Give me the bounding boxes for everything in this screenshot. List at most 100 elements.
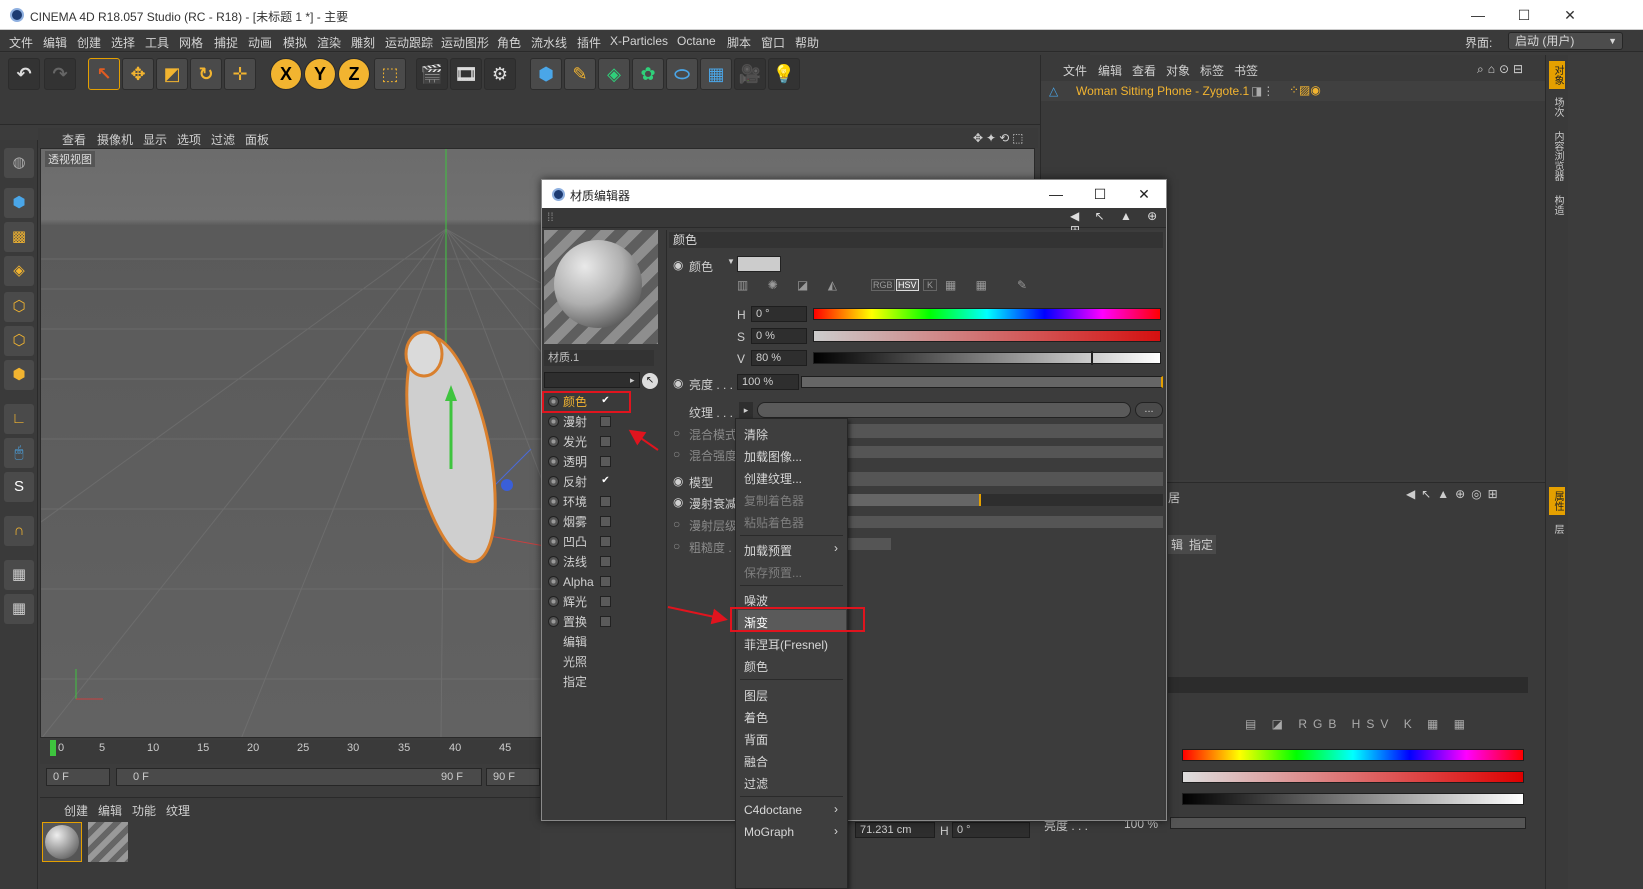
material-name-input[interactable] bbox=[544, 372, 640, 388]
chevron-right-icon[interactable]: ▸ bbox=[630, 373, 638, 387]
snap-magnet-icon[interactable]: ∩ bbox=[4, 516, 34, 546]
objmgr-menu-tags[interactable]: 标签 bbox=[1200, 62, 1224, 79]
dialog-maximize-button[interactable]: ☐ bbox=[1078, 180, 1122, 208]
deformer-icon[interactable]: ⬭ bbox=[666, 58, 698, 90]
menu-motion-tracking[interactable]: 运动跟踪 bbox=[385, 34, 433, 51]
objmgr-menu-view[interactable]: 查看 bbox=[1132, 62, 1156, 79]
viewport-menu-display[interactable]: 显示 bbox=[143, 131, 167, 148]
rotate-tool-icon[interactable]: ↻ bbox=[190, 58, 222, 90]
dialog-close-button[interactable]: ✕ bbox=[1122, 180, 1166, 208]
object-name[interactable]: Woman Sitting Phone - Zygote.1 bbox=[1076, 84, 1249, 98]
timeline-ruler[interactable]: 0 5 10 15 20 25 30 35 40 45 bbox=[40, 740, 540, 764]
redo-icon[interactable]: ↷ bbox=[44, 58, 76, 90]
visibility-icon[interactable]: ◨⋮ bbox=[1251, 84, 1274, 98]
hue-slider[interactable] bbox=[813, 308, 1161, 320]
attr-tab-assign[interactable]: 指定 bbox=[1186, 535, 1217, 554]
menu-item-fresnel[interactable]: 菲涅耳(Fresnel) bbox=[744, 636, 828, 653]
h-field[interactable]: 0 ° bbox=[751, 306, 807, 322]
material-thumbnail-2[interactable] bbox=[88, 822, 128, 862]
texture-slot[interactable] bbox=[757, 402, 1131, 418]
viewport-menu-options[interactable]: 选项 bbox=[177, 131, 201, 148]
channel-checkbox[interactable] bbox=[600, 416, 611, 427]
objmgr-menu-edit[interactable]: 编辑 bbox=[1098, 62, 1122, 79]
s-field[interactable]: 0 % bbox=[751, 328, 807, 344]
menu-xparticles[interactable]: X-Particles bbox=[610, 34, 668, 48]
viewport-nav-icons[interactable]: ✥✦⟲⬚ bbox=[973, 131, 1027, 145]
object-row[interactable]: △ Woman Sitting Phone - Zygote.1 ◨⋮ ⁘▨◉ bbox=[1041, 81, 1546, 101]
menu-edit[interactable]: 编辑 bbox=[43, 34, 67, 51]
matmgr-menu-function[interactable]: 功能 bbox=[132, 802, 156, 819]
menu-item-filter[interactable]: 过滤 bbox=[744, 775, 768, 792]
menu-snap[interactable]: 捕捉 bbox=[214, 34, 238, 51]
menu-mograph[interactable]: 运动图形 bbox=[441, 34, 489, 51]
texture-mode-icon[interactable]: ▩ bbox=[4, 222, 34, 252]
menu-item-layer[interactable]: 图层 bbox=[744, 687, 768, 704]
brightness-field[interactable]: 100 % bbox=[737, 374, 799, 390]
viewport-menu-camera[interactable]: 摄像机 bbox=[97, 131, 133, 148]
matmgr-menu-edit[interactable]: 编辑 bbox=[98, 802, 122, 819]
frame-range-slider[interactable]: 0 F 90 F bbox=[116, 768, 482, 786]
attr-color-mode-icons[interactable]: ▤ ◪ RGB HSV K ▦ ▦ bbox=[1245, 717, 1471, 731]
kelvin-mode-button[interactable]: K bbox=[923, 279, 938, 291]
polygons-mode-icon[interactable]: ⬢ bbox=[4, 360, 34, 390]
material-thumbnail[interactable] bbox=[42, 822, 82, 862]
material-preview[interactable] bbox=[544, 230, 658, 344]
x-axis-icon[interactable]: X bbox=[270, 58, 302, 90]
planar-workplane-icon[interactable]: ▦ bbox=[4, 594, 34, 624]
coord-field[interactable]: 71.231 cm bbox=[855, 822, 935, 838]
menu-tools[interactable]: 工具 bbox=[145, 34, 169, 51]
menu-simulate[interactable]: 模拟 bbox=[283, 34, 307, 51]
brightness-radio-icon[interactable]: ◉ bbox=[673, 376, 683, 390]
channel-illumination[interactable]: 光照 bbox=[546, 653, 662, 671]
light-icon[interactable]: 💡 bbox=[768, 58, 800, 90]
dialog-minimize-button[interactable]: — bbox=[1034, 180, 1078, 208]
channel-checkbox[interactable] bbox=[600, 456, 611, 467]
viewport-menu-filter[interactable]: 过滤 bbox=[211, 131, 235, 148]
objmgr-menu-bookmarks[interactable]: 书签 bbox=[1234, 62, 1258, 79]
attr-brightness-slider[interactable] bbox=[1170, 817, 1526, 829]
tab-takes[interactable]: 场次 bbox=[1549, 93, 1565, 121]
diffuse-falloff-slider[interactable] bbox=[847, 494, 1163, 506]
start-frame-field[interactable]: 0 F bbox=[46, 768, 110, 786]
minimize-button[interactable]: — bbox=[1455, 0, 1501, 30]
points-mode-icon[interactable]: ⬡ bbox=[4, 292, 34, 322]
coordinate-system-icon[interactable]: ⬚ bbox=[374, 58, 406, 90]
tab-layers[interactable]: 层 bbox=[1549, 519, 1565, 539]
value-slider-thumb[interactable] bbox=[1090, 351, 1093, 365]
axis-mode-icon[interactable]: ∟ bbox=[4, 404, 34, 434]
viewport-menu-panel[interactable]: 面板 bbox=[245, 131, 269, 148]
mixer-icons[interactable]: ▦ ▦ bbox=[945, 278, 995, 292]
blend-mode-select[interactable] bbox=[847, 424, 1163, 438]
menu-item-load-image[interactable]: 加载图像... bbox=[744, 448, 802, 465]
channel-editor[interactable]: 编辑 bbox=[546, 633, 662, 651]
menu-animate[interactable]: 动画 bbox=[248, 34, 272, 51]
end-frame-field[interactable]: 90 F bbox=[486, 768, 540, 786]
menu-item-c4doctane[interactable]: C4doctane bbox=[744, 803, 802, 817]
attr-hue-slider[interactable] bbox=[1182, 749, 1524, 761]
matmgr-menu-create[interactable]: 创建 bbox=[64, 802, 88, 819]
chevron-down-icon[interactable]: ▼ bbox=[727, 257, 735, 266]
texture-arrow-icon[interactable]: ▸ bbox=[739, 402, 753, 418]
floor-icon[interactable]: ▦ bbox=[700, 58, 732, 90]
pick-material-icon[interactable]: ↖ bbox=[642, 373, 658, 389]
cloner-icon[interactable]: ✿ bbox=[632, 58, 664, 90]
channel-checkbox[interactable] bbox=[600, 516, 611, 527]
y-axis-icon[interactable]: Y bbox=[304, 58, 336, 90]
menu-item-fusion[interactable]: 融合 bbox=[744, 753, 768, 770]
channel-checkbox[interactable] bbox=[600, 556, 611, 567]
menu-item-colorizer[interactable]: 着色 bbox=[744, 709, 768, 726]
undo-icon[interactable]: ↶ bbox=[8, 58, 40, 90]
lock-workplane-icon[interactable]: ▦ bbox=[4, 560, 34, 590]
menu-create[interactable]: 创建 bbox=[77, 34, 101, 51]
v-field[interactable]: 80 % bbox=[751, 350, 807, 366]
menu-render[interactable]: 渲染 bbox=[317, 34, 341, 51]
playhead[interactable] bbox=[50, 740, 56, 756]
menu-item-backlight[interactable]: 背面 bbox=[744, 731, 768, 748]
render-picture-viewer-icon[interactable]: 🎞 bbox=[450, 58, 482, 90]
model-select[interactable] bbox=[847, 472, 1163, 486]
color-radio-icon[interactable]: ◉ bbox=[673, 258, 683, 272]
eyedropper-icon[interactable]: ✎ bbox=[1017, 278, 1027, 292]
menu-octane[interactable]: Octane bbox=[677, 34, 716, 48]
select-tool-icon[interactable]: ↖ bbox=[88, 58, 120, 90]
move-tool-icon[interactable]: ✥ bbox=[122, 58, 154, 90]
